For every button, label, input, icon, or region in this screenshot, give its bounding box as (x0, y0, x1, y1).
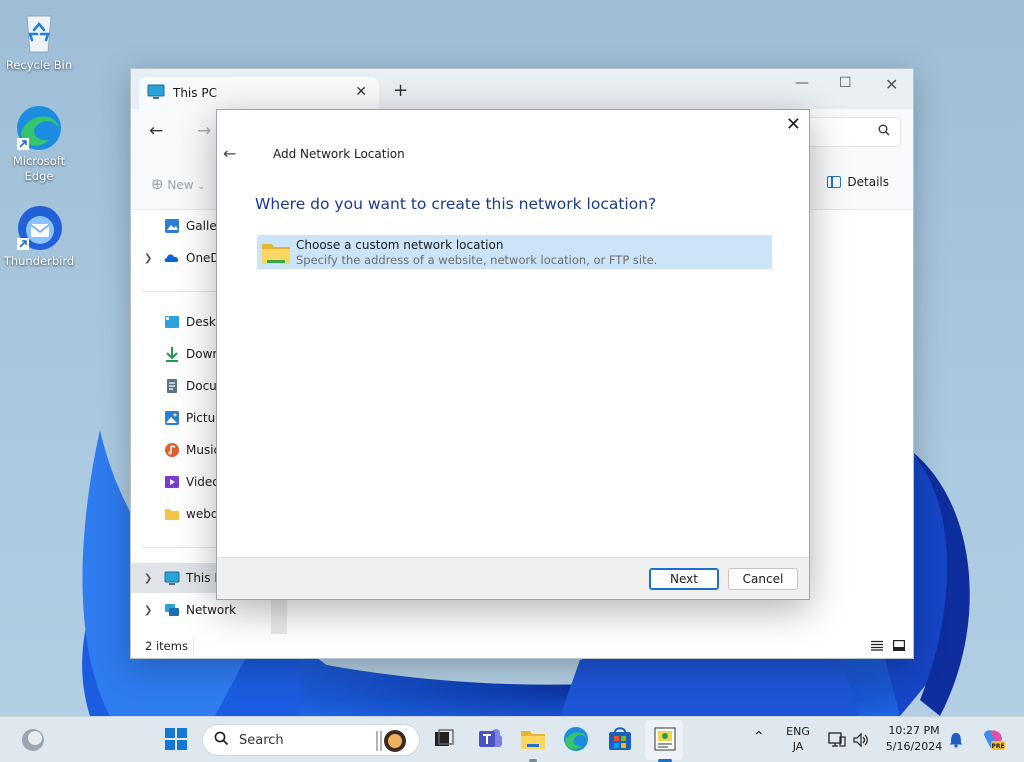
this-pc-icon (164, 571, 180, 585)
maximize-button[interactable]: ☐ (839, 75, 852, 91)
svg-text:PRE: PRE (991, 743, 1004, 750)
document-icon (167, 379, 177, 393)
taskbar-search-box[interactable]: Search (202, 724, 420, 756)
tab-this-pc[interactable]: This PC ✕ (139, 77, 379, 109)
dialog-footer: Next Cancel (217, 557, 809, 599)
sidebar-item-this-pc[interactable]: ❯ This P (131, 563, 222, 593)
chevron-down-icon: ⌄ (197, 182, 205, 192)
search-icon (878, 124, 890, 139)
widgets-icon[interactable] (20, 727, 46, 753)
forward-arrow-icon[interactable]: → (197, 121, 211, 141)
monitor-icon (147, 84, 165, 103)
onedrive-icon (164, 254, 179, 262)
chevron-up-icon[interactable]: ⌃ (753, 729, 765, 745)
close-window-button[interactable]: ✕ (885, 75, 898, 94)
video-icon (165, 476, 179, 488)
add-network-location-dialog: ✕ ← Add Network Location Where do you wa… (216, 109, 810, 600)
details-view-icon[interactable] (871, 640, 883, 651)
new-button[interactable]: ⊕ New ⌄ (151, 175, 205, 193)
sidebar-item-onedrive[interactable]: ❯ OneD (131, 243, 220, 273)
gallery-icon (165, 219, 179, 233)
next-button[interactable]: Next (649, 568, 719, 590)
network-status-icon[interactable] (828, 731, 846, 749)
minimize-button[interactable]: — (795, 75, 809, 91)
recycle-bin-icon (15, 8, 63, 56)
volume-icon[interactable] (852, 731, 870, 749)
clock-time[interactable]: 10:27 PM (880, 724, 948, 737)
back-arrow-icon[interactable]: ← (223, 144, 236, 163)
store-icon[interactable] (606, 725, 634, 753)
tiles-view-icon[interactable] (893, 640, 905, 651)
plus-circle-icon: ⊕ (151, 175, 164, 193)
details-pane-icon (827, 176, 842, 188)
dialog-heading: Where do you want to create this network… (255, 195, 657, 213)
sidebar-item-webdav[interactable]: webda (131, 499, 226, 529)
clock-date[interactable]: 5/16/2024 (880, 740, 948, 753)
new-tab-button[interactable]: + (393, 80, 408, 101)
download-icon (166, 347, 178, 362)
sidebar-divider (141, 291, 217, 292)
sidebar-item-videos[interactable]: Video (131, 467, 220, 497)
sidebar-item-pictures[interactable]: Pictur (131, 403, 220, 433)
desktop-icon-thunderbird[interactable]: Thunderbird (1, 204, 77, 269)
sidebar-item-documents[interactable]: Docu (131, 371, 217, 401)
search-highlight-icon (376, 730, 406, 752)
task-view-icon[interactable] (430, 725, 458, 753)
ime-indicator[interactable]: JA (783, 740, 813, 753)
status-divider (193, 638, 194, 654)
sidebar-item-downloads[interactable]: Down (131, 339, 220, 369)
folder-icon (262, 244, 290, 264)
chevron-right-icon: ❯ (144, 572, 153, 584)
notification-bell-icon[interactable] (948, 730, 964, 748)
desktop-icon (165, 316, 179, 328)
sidebar-item-music[interactable]: Music (131, 435, 220, 465)
desktop-icon-edge[interactable]: Microsoft Edge (1, 104, 77, 184)
chevron-right-icon: ❯ (144, 252, 153, 264)
pictures-icon (165, 411, 179, 425)
cancel-button[interactable]: Cancel (728, 568, 798, 590)
taskbar: Search ⌃ ENG JA 10:27 PM 5/16/2024 PRE (0, 716, 1024, 762)
dialog-title: Add Network Location (273, 147, 405, 161)
edge-icon (15, 104, 63, 152)
details-button[interactable]: Details (827, 175, 889, 189)
sidebar-item-network[interactable]: ❯ Network (131, 595, 236, 625)
sidebar-item-desktop[interactable]: Deskto (131, 307, 228, 337)
back-arrow-icon[interactable]: ← (149, 121, 163, 141)
start-button[interactable] (162, 725, 190, 753)
navigation-pane: Galler ❯ OneD Deskto Down Docu Pictur Mu… (131, 211, 236, 634)
language-indicator[interactable]: ENG (783, 725, 813, 738)
search-icon (214, 731, 229, 750)
sidebar-divider (141, 547, 217, 548)
folder-icon (165, 509, 179, 520)
title-bar: This PC ✕ + — ☐ ✕ (131, 69, 913, 109)
close-tab-icon[interactable]: ✕ (355, 84, 367, 100)
music-icon (165, 443, 179, 457)
sidebar-item-gallery[interactable]: Galler (131, 211, 222, 241)
close-dialog-button[interactable]: ✕ (786, 114, 801, 135)
control-panel-icon[interactable] (651, 725, 679, 753)
teams-icon[interactable] (476, 725, 504, 753)
edge-taskbar-icon[interactable] (562, 725, 590, 753)
chevron-right-icon: ❯ (144, 604, 153, 616)
status-bar: 2 items (131, 634, 913, 658)
network-icon (165, 604, 179, 616)
file-explorer-icon[interactable] (519, 725, 547, 753)
copilot-icon[interactable]: PRE (980, 727, 1006, 753)
custom-network-location-option[interactable]: Choose a custom network location Specify… (257, 235, 772, 269)
thunderbird-icon (15, 204, 63, 252)
desktop-icon-recycle-bin[interactable]: Recycle Bin (1, 8, 77, 73)
sidebar-scrollbar[interactable] (271, 599, 287, 635)
